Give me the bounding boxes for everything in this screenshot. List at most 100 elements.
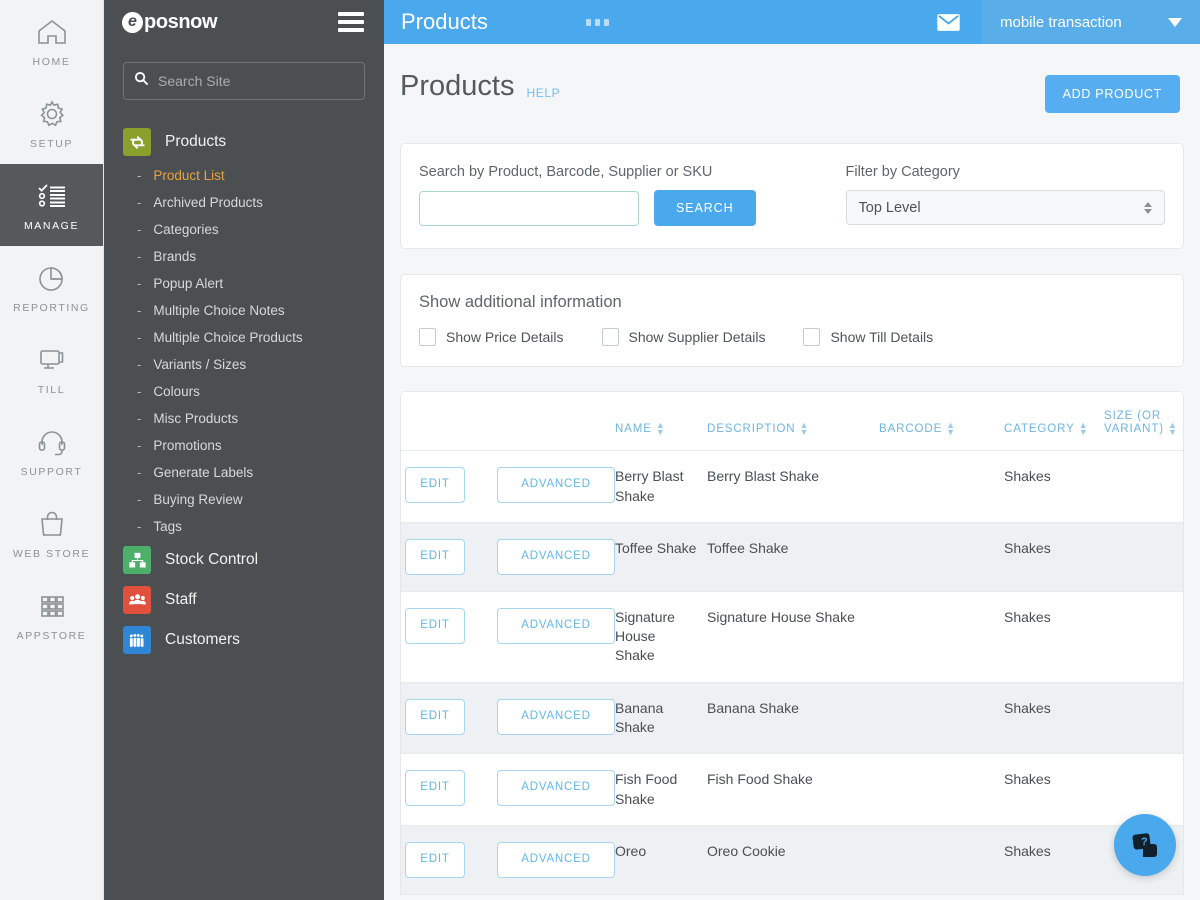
checkbox-show-till-details[interactable]: Show Till Details (803, 328, 933, 346)
advanced-button[interactable]: ADVANCED (497, 467, 615, 504)
bullet-dash: - (137, 465, 142, 480)
advanced-button[interactable]: ADVANCED (497, 770, 615, 807)
sidebar-section-customers[interactable]: Customers (104, 620, 384, 660)
sidebar-item-popup-alert[interactable]: - Popup Alert (104, 270, 384, 297)
table-header-label: BARCODE (879, 423, 943, 436)
eposnow-logo[interactable]: e posnow (122, 10, 218, 34)
bullet-dash: - (137, 330, 142, 345)
category-select[interactable]: Top Level (845, 190, 1165, 225)
sidebar-item-generate-labels[interactable]: - Generate Labels (104, 459, 384, 486)
logo-text: posnow (144, 10, 218, 33)
sidebar-section-staff[interactable]: Staff (104, 580, 384, 620)
select-arrows-icon (1144, 201, 1152, 214)
sidebar-item-label: Promotions (153, 438, 222, 453)
edit-button[interactable]: EDIT (405, 698, 465, 735)
edit-button[interactable]: EDIT (405, 539, 465, 575)
rail-item-home[interactable]: HOME (0, 0, 103, 82)
edit-button[interactable]: EDIT (405, 607, 465, 644)
sidebar-item-buying-review[interactable]: - Buying Review (104, 486, 384, 513)
sidebar-item-variants-sizes[interactable]: - Variants / Sizes (104, 351, 384, 378)
three-dots-icon[interactable] (585, 18, 609, 26)
advanced-button[interactable]: ADVANCED (497, 842, 615, 878)
app-root: HOME SETUP MANAGE REPORTING TILL SUPPORT… (0, 0, 1200, 900)
bullet-dash: - (137, 222, 142, 237)
sidebar-item-label: Product List (153, 168, 225, 183)
sidebar-item-categories[interactable]: - Categories (104, 216, 384, 243)
search-row: SEARCH (419, 190, 756, 226)
sidebar-item-promotions[interactable]: - Promotions (104, 432, 384, 459)
rail-item-manage[interactable]: MANAGE (0, 164, 103, 246)
sidebar-item-product-list[interactable]: - Product List (104, 162, 384, 189)
table-header-category[interactable]: CATEGORY ▲ ▼ (1000, 392, 1100, 452)
headset-icon (35, 425, 69, 459)
site-search[interactable] (123, 62, 365, 100)
page-content: Search by Product, Barcode, Supplier or … (384, 113, 1200, 900)
advanced-button[interactable]: ADVANCED (497, 539, 615, 575)
checkbox-show-supplier-details[interactable]: Show Supplier Details (601, 328, 765, 346)
sidebar-item-brands[interactable]: - Brands (104, 243, 384, 270)
sidebar-item-multiple-choice-notes[interactable]: - Multiple Choice Notes (104, 297, 384, 324)
add-product-button[interactable]: ADD PRODUCT (1044, 75, 1180, 113)
site-search-input[interactable] (158, 73, 354, 89)
cell-name: Signature House Shake (611, 591, 703, 683)
edit-button[interactable]: EDIT (405, 842, 465, 878)
checkbox-show-price-details[interactable]: Show Price Details (419, 328, 564, 346)
sidebar-item-tags[interactable]: - Tags (104, 513, 384, 540)
cell-advanced: ADVANCED (493, 825, 615, 895)
table-header-barcode[interactable]: BARCODE ▲ ▼ (875, 392, 1000, 452)
product-search-input[interactable] (419, 190, 639, 226)
table-header-name[interactable]: NAME ▲ ▼ (611, 392, 703, 452)
checkbox-box[interactable] (601, 328, 619, 346)
sidebar-section-products[interactable]: Products (104, 122, 384, 162)
rail-label: SUPPORT (20, 465, 83, 478)
rail-item-web-store[interactable]: WEB STORE (0, 492, 103, 574)
bullet-dash: - (137, 411, 142, 426)
cell-barcode (875, 825, 1000, 895)
sidebar-section-stock-control[interactable]: Stock Control (104, 540, 384, 580)
edit-button[interactable]: EDIT (405, 467, 465, 504)
rail-item-support[interactable]: SUPPORT (0, 410, 103, 492)
cell-category: Shakes (1000, 522, 1100, 592)
table-header-size[interactable]: SIZE (OR VARIANT) ▲ ▼ (1100, 392, 1183, 452)
sidebar-item-label: Tags (153, 519, 182, 534)
sidebar-section-label: Customers (165, 631, 240, 648)
cell-edit: EDIT (401, 591, 493, 683)
edit-button[interactable]: EDIT (405, 770, 465, 807)
rail-item-reporting[interactable]: REPORTING (0, 246, 103, 328)
sidebar-item-archived-products[interactable]: - Archived Products (104, 189, 384, 216)
rail-item-setup[interactable]: SETUP (0, 82, 103, 164)
hamburger-menu-icon[interactable] (338, 12, 364, 32)
cell-advanced: ADVANCED (493, 753, 615, 827)
bullet-dash: - (137, 438, 142, 453)
rail-label: SETUP (29, 137, 73, 150)
cell-barcode (875, 682, 1000, 755)
primary-nav-rail: HOME SETUP MANAGE REPORTING TILL SUPPORT… (0, 0, 104, 900)
checkbox-box[interactable] (419, 328, 436, 346)
svg-text:?: ? (1141, 836, 1148, 848)
sidebar-item-colours[interactable]: - Colours (104, 378, 384, 405)
search-button[interactable]: SEARCH (654, 190, 756, 226)
advanced-button[interactable]: ADVANCED (497, 607, 615, 644)
rail-item-till[interactable]: TILL (0, 328, 103, 410)
advanced-button[interactable]: ADVANCED (497, 698, 615, 735)
table-header-description[interactable]: DESCRIPTION ▲ ▼ (703, 392, 875, 452)
help-chat-icon: ? (1129, 829, 1161, 861)
sidebar-item-misc-products[interactable]: - Misc Products (104, 405, 384, 432)
rail-item-appstore[interactable]: APPSTORE (0, 574, 103, 656)
cell-edit: EDIT (401, 522, 493, 592)
table-body: EDIT ADVANCED Berry Blast Shake Berry Bl… (401, 450, 1183, 895)
table-row: EDIT ADVANCED Oreo Oreo Cookie Shakes (401, 825, 1183, 895)
cell-edit: EDIT (401, 825, 493, 895)
help-link[interactable]: HELP (526, 86, 560, 100)
sort-icon: ▲ ▼ (655, 420, 666, 438)
account-dropdown[interactable]: mobile transaction (982, 0, 1200, 44)
help-chat-button[interactable]: ? (1114, 814, 1176, 876)
table-head: NAME ▲ ▼ DESCRIPTION ▲ ▼ BARCODE ▲ ▼ CATEGORY ▲… (401, 392, 1183, 452)
cell-category: Shakes (1000, 825, 1100, 895)
envelope-icon[interactable] (937, 13, 960, 31)
bullet-dash: - (137, 492, 142, 507)
cell-name: Fish Food Shake (611, 753, 703, 827)
checkbox-box[interactable] (803, 328, 821, 346)
sidebar-item-label: Colours (153, 384, 200, 399)
sidebar-item-multiple-choice-products[interactable]: - Multiple Choice Products (104, 324, 384, 351)
